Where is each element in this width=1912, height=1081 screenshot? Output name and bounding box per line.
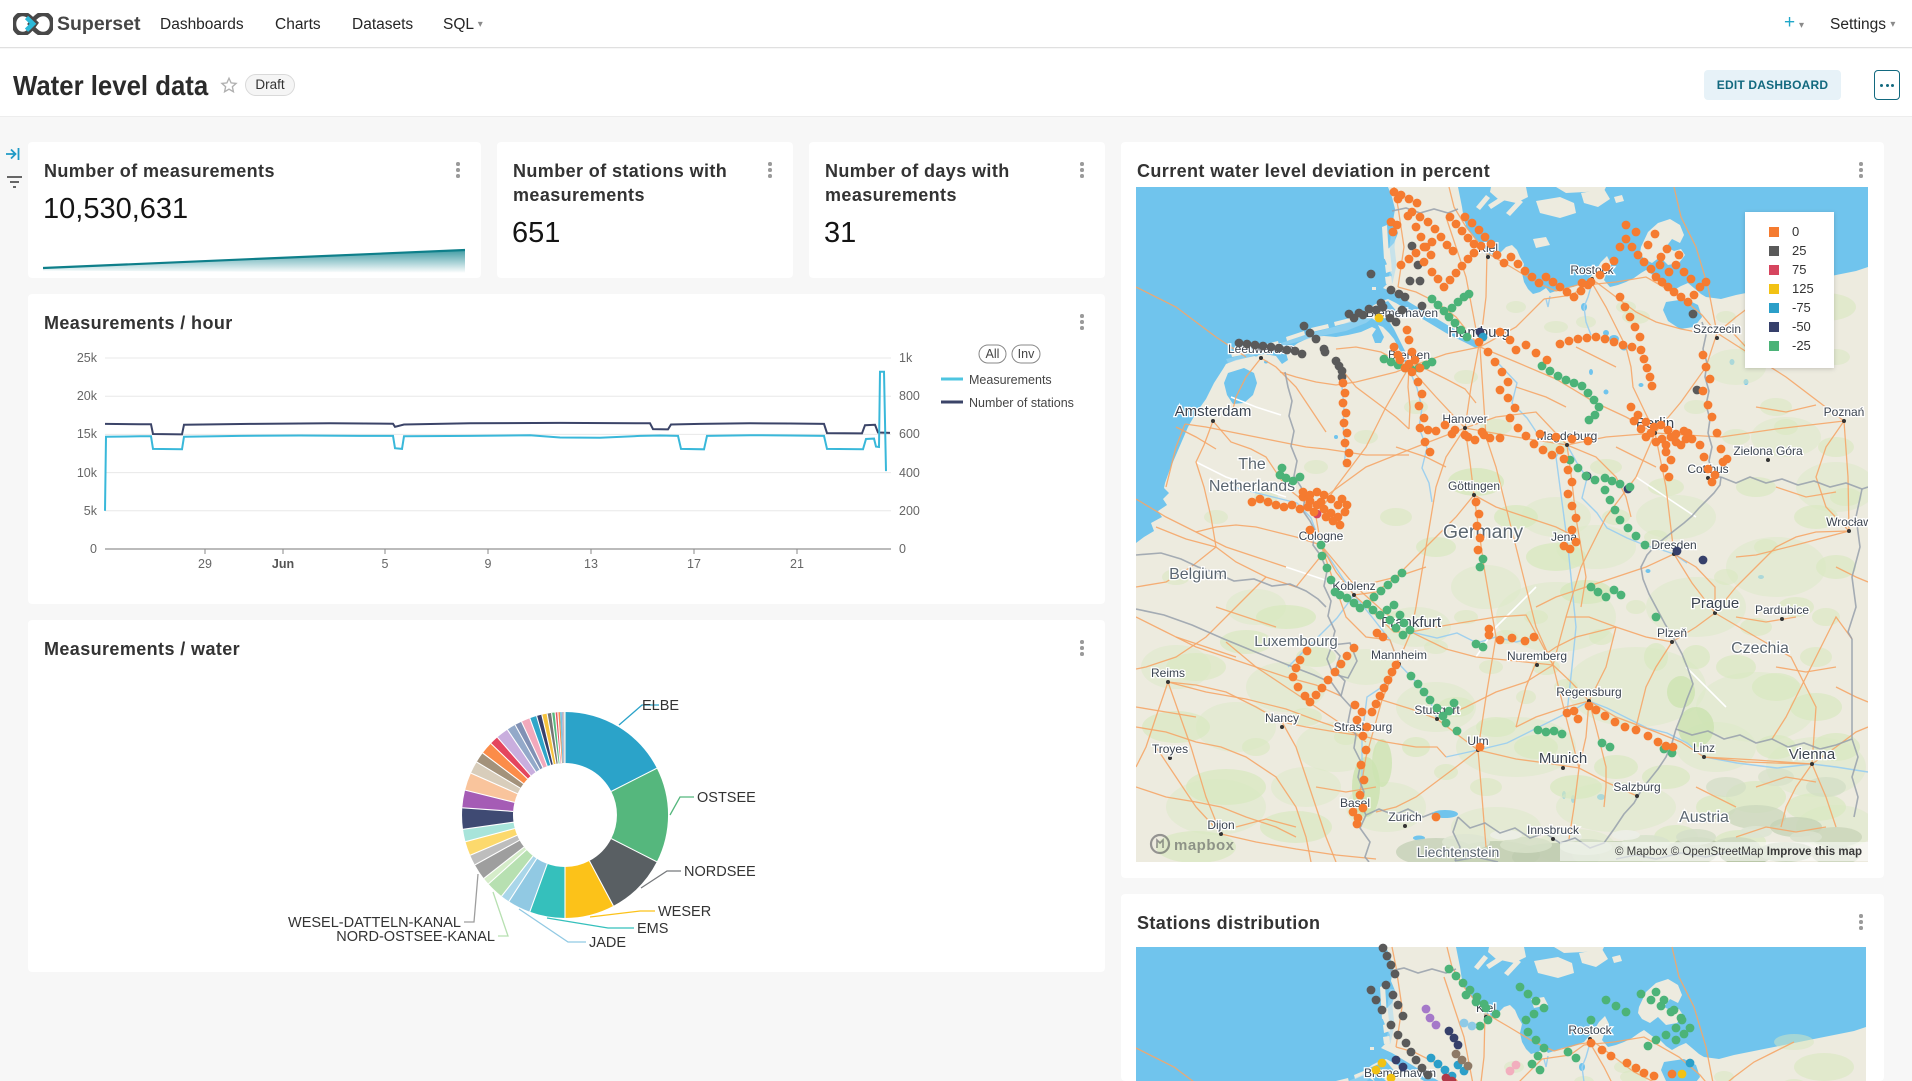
svg-text:ELBE: ELBE xyxy=(642,698,679,714)
svg-text:25: 25 xyxy=(1792,243,1806,258)
svg-text:OSTSEE: OSTSEE xyxy=(697,790,756,806)
svg-text:5k: 5k xyxy=(84,504,98,518)
svg-text:13: 13 xyxy=(584,557,598,571)
svg-text:800: 800 xyxy=(899,389,920,403)
svg-text:9: 9 xyxy=(485,557,492,571)
svg-text:200: 200 xyxy=(899,504,920,518)
svg-text:Number of stations: Number of stations xyxy=(969,396,1074,410)
svg-text:All: All xyxy=(986,347,1000,361)
svg-text:400: 400 xyxy=(899,466,920,480)
svg-text:75: 75 xyxy=(1792,262,1806,277)
svg-text:JADE: JADE xyxy=(589,935,626,951)
svg-text:21: 21 xyxy=(790,557,804,571)
svg-text:WESER: WESER xyxy=(658,904,711,920)
svg-text:17: 17 xyxy=(687,557,701,571)
svg-text:1k: 1k xyxy=(899,351,913,365)
svg-text:-75: -75 xyxy=(1792,300,1811,315)
svg-text:WESEL-DATTELN-KANAL: WESEL-DATTELN-KANAL xyxy=(288,915,461,931)
svg-text:25k: 25k xyxy=(77,351,98,365)
svg-text:EMS: EMS xyxy=(637,921,668,937)
svg-text:20k: 20k xyxy=(77,389,98,403)
svg-text:600: 600 xyxy=(899,427,920,441)
svg-text:mapbox: mapbox xyxy=(1174,837,1235,854)
svg-text:125: 125 xyxy=(1792,281,1814,296)
svg-text:29: 29 xyxy=(198,557,212,571)
svg-text:0: 0 xyxy=(1792,224,1799,239)
svg-text:NORDSEE: NORDSEE xyxy=(684,864,756,880)
svg-text:5: 5 xyxy=(382,557,389,571)
svg-text:Jun: Jun xyxy=(272,557,294,571)
svg-text:© Mapbox © OpenStreetMap Impro: © Mapbox © OpenStreetMap Improve this ma… xyxy=(1615,846,1862,858)
svg-text:10k: 10k xyxy=(77,466,98,480)
svg-text:NORD-OSTSEE-KANAL: NORD-OSTSEE-KANAL xyxy=(336,929,495,945)
svg-text:0: 0 xyxy=(90,542,97,556)
svg-text:Inv: Inv xyxy=(1018,347,1035,361)
svg-text:Measurements: Measurements xyxy=(969,373,1052,387)
svg-text:0: 0 xyxy=(899,542,906,556)
svg-text:-50: -50 xyxy=(1792,319,1811,334)
svg-text:15k: 15k xyxy=(77,427,98,441)
svg-text:-25: -25 xyxy=(1792,338,1811,353)
